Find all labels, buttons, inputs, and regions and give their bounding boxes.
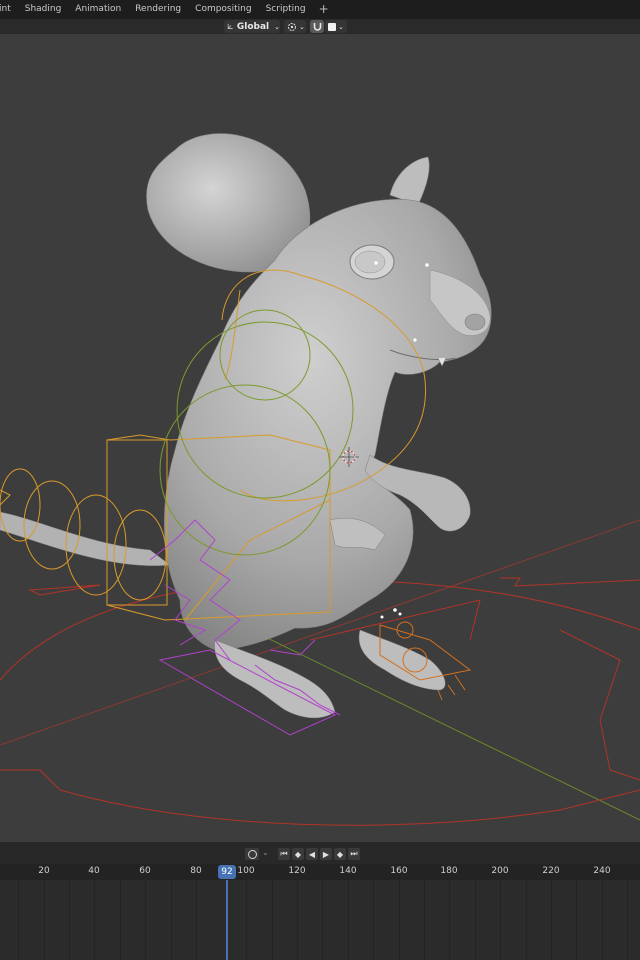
timeline-gridline bbox=[120, 880, 121, 960]
jump-to-start-button[interactable]: ⏮ bbox=[278, 848, 290, 860]
timeline-tick: 40 bbox=[88, 866, 100, 876]
timeline-gridline bbox=[69, 880, 70, 960]
play-button[interactable]: ▶ bbox=[320, 848, 332, 860]
timeline-tick: 100 bbox=[237, 866, 255, 876]
viewport-scene bbox=[0, 133, 640, 826]
transform-orientation-value: Global bbox=[236, 21, 270, 32]
chevron-down-icon: ⌄ bbox=[262, 848, 269, 857]
timeline-tick: 240 bbox=[593, 866, 611, 876]
timeline-gridline bbox=[475, 880, 476, 960]
tab-shading[interactable]: Shading bbox=[18, 0, 69, 19]
pivot-point-icon bbox=[288, 22, 296, 31]
play-icon: ▶ bbox=[322, 849, 330, 859]
timeline-gridline bbox=[373, 880, 374, 960]
timeline-gridline bbox=[246, 880, 247, 960]
timeline-gridline bbox=[44, 880, 45, 960]
timeline-tick: 20 bbox=[38, 866, 50, 876]
record-icon bbox=[247, 849, 257, 859]
tab-layout[interactable]: int bbox=[0, 0, 18, 19]
play-reverse-button[interactable]: ◀ bbox=[306, 848, 318, 860]
timeline-gridline bbox=[424, 880, 425, 960]
snap-magnet-icon bbox=[313, 23, 321, 31]
timeline-tick: 220 bbox=[542, 866, 560, 876]
transform-orientation-dropdown[interactable]: Global ⌄ bbox=[224, 20, 280, 33]
tab-rendering[interactable]: Rendering bbox=[128, 0, 188, 19]
auto-keying-toggle[interactable] bbox=[245, 848, 259, 860]
timeline-gridline bbox=[272, 880, 273, 960]
snap-toggle[interactable] bbox=[310, 20, 324, 33]
timeline-gridline bbox=[627, 880, 628, 960]
mouse-body bbox=[164, 199, 492, 719]
timeline-gridline bbox=[171, 880, 172, 960]
jump-to-keyframe-back-icon: ◆ bbox=[294, 849, 302, 859]
timeline-gridline bbox=[322, 880, 323, 960]
proportional-edit-icon bbox=[328, 22, 336, 31]
timeline-gridline bbox=[94, 880, 95, 960]
timeline-tick: 180 bbox=[440, 866, 458, 876]
current-frame-indicator[interactable]: 92 bbox=[218, 865, 236, 879]
jump-to-start-icon: ⏮ bbox=[280, 849, 288, 858]
tab-animation[interactable]: Animation bbox=[68, 0, 128, 19]
timeline-tick: 160 bbox=[390, 866, 408, 876]
proportional-edit-dropdown[interactable]: ⌄ bbox=[325, 20, 347, 33]
viewport-header: Global ⌄ ⌄ ⌄ bbox=[0, 19, 640, 34]
3d-viewport[interactable] bbox=[0, 34, 640, 842]
jump-to-keyframe-back-button[interactable]: ◆ bbox=[292, 848, 304, 860]
timeline-keyframe-area[interactable] bbox=[0, 880, 640, 960]
timeline-tick: 200 bbox=[491, 866, 509, 876]
timeline-gridline bbox=[500, 880, 501, 960]
timeline-tick: 140 bbox=[339, 866, 357, 876]
add-workspace-button[interactable]: + bbox=[313, 0, 335, 19]
timeline-gridline bbox=[602, 880, 603, 960]
tab-scripting[interactable]: Scripting bbox=[259, 0, 313, 19]
timeline-gridline bbox=[297, 880, 298, 960]
jump-to-keyframe-forward-icon: ◆ bbox=[336, 849, 344, 859]
timeline-gridline bbox=[526, 880, 527, 960]
transform-orientation-icon bbox=[227, 23, 233, 29]
timeline-gridline bbox=[399, 880, 400, 960]
jump-to-end-button[interactable]: ⏭ bbox=[348, 848, 360, 860]
playhead-line[interactable] bbox=[226, 880, 228, 960]
pivot-point-dropdown[interactable]: ⌄ bbox=[284, 20, 306, 33]
tab-compositing[interactable]: Compositing bbox=[188, 0, 258, 19]
timeline-tick: 80 bbox=[190, 866, 202, 876]
timeline-tick: 120 bbox=[288, 866, 306, 876]
workspace-tab-bar: int Shading Animation Rendering Composit… bbox=[0, 0, 640, 19]
chevron-down-icon: ⌄ bbox=[299, 22, 305, 31]
jump-to-keyframe-forward-button[interactable]: ◆ bbox=[334, 848, 346, 860]
play-reverse-icon: ◀ bbox=[308, 849, 316, 859]
chevron-down-icon: ⌄ bbox=[338, 22, 344, 31]
timeline-gridline bbox=[576, 880, 577, 960]
timeline-gridline bbox=[449, 880, 450, 960]
timeline-gridline bbox=[196, 880, 197, 960]
jump-to-end-icon: ⏭ bbox=[350, 849, 358, 858]
timeline-gridline bbox=[145, 880, 146, 960]
timeline-gridline bbox=[18, 880, 19, 960]
timeline-gridline bbox=[551, 880, 552, 960]
chevron-down-icon: ⌄ bbox=[274, 22, 280, 31]
timeline-gridline bbox=[348, 880, 349, 960]
timeline-tick: 60 bbox=[139, 866, 151, 876]
